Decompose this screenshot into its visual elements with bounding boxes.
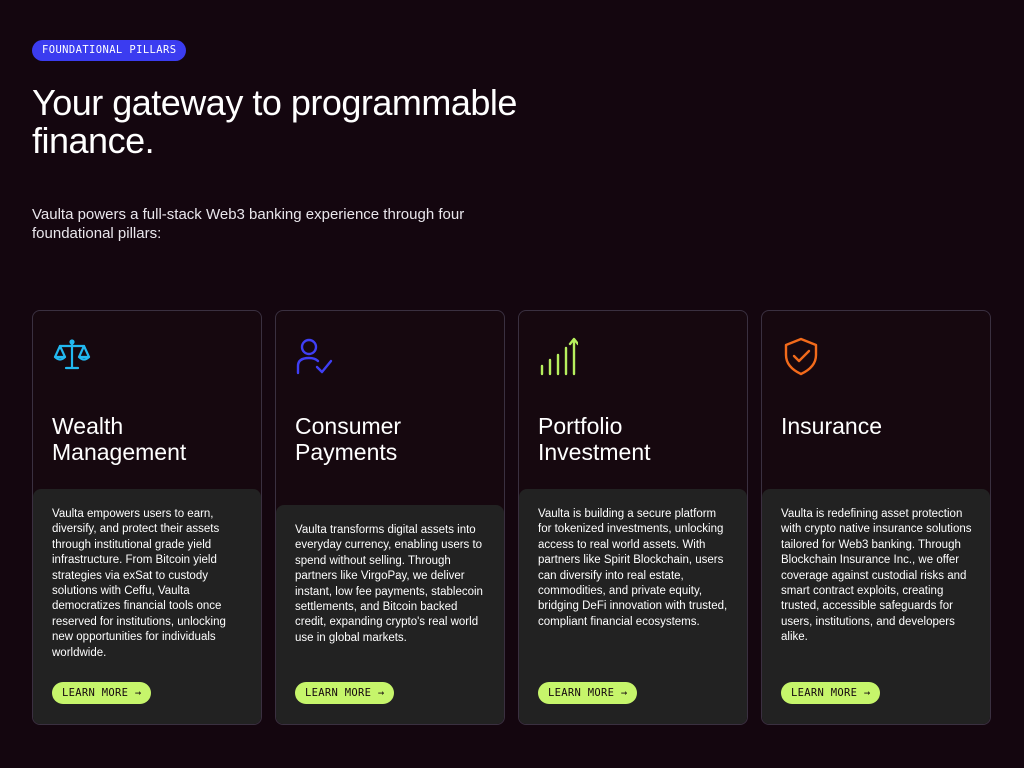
card-body: Vaulta empowers users to earn, diversify… [33, 489, 261, 724]
growth-bars-icon [538, 336, 580, 376]
card-title: Portfolio Investment [538, 413, 651, 465]
card-title: Insurance [781, 413, 883, 439]
card-title: Wealth Management [52, 413, 187, 465]
learn-more-button[interactable]: LEARN MORE → [295, 682, 395, 704]
shield-check-icon [781, 336, 821, 376]
section-badge: FOUNDATIONAL PILLARS [32, 40, 187, 61]
card-title: Consumer Payments [295, 413, 402, 465]
card-body: Vaulta is building a secure platform for… [519, 489, 747, 724]
card-description: Vaulta is redefining asset protection wi… [781, 508, 972, 644]
scales-icon [52, 336, 92, 376]
page: FOUNDATIONAL PILLARS Your gateway to pro… [0, 0, 1024, 768]
card-body: Vaulta transforms digital assets into ev… [276, 505, 504, 724]
learn-more-button[interactable]: LEARN MORE → [538, 682, 638, 704]
page-headline: Your gateway to programmable finance. [32, 82, 517, 161]
card-body: Vaulta is redefining asset protection wi… [762, 489, 990, 724]
pillar-card-portfolio-investment: Portfolio Investment Vaulta is building … [518, 310, 748, 725]
pillar-card-insurance: Insurance Vaulta is redefining asset pro… [761, 310, 991, 725]
learn-more-button[interactable]: LEARN MORE → [52, 682, 152, 704]
intro-text: Vaulta powers a full-stack Web3 banking … [32, 206, 465, 242]
pillar-card-consumer-payments: Consumer Payments Vaulta transforms digi… [275, 310, 505, 725]
card-description: Vaulta empowers users to earn, diversify… [52, 508, 226, 659]
user-check-icon [295, 336, 335, 376]
card-description: Vaulta transforms digital assets into ev… [295, 524, 483, 644]
learn-more-button[interactable]: LEARN MORE → [781, 682, 881, 704]
pillar-card-wealth-management: Wealth Management Vaulta empowers users … [32, 310, 262, 725]
card-description: Vaulta is building a secure platform for… [538, 508, 728, 628]
